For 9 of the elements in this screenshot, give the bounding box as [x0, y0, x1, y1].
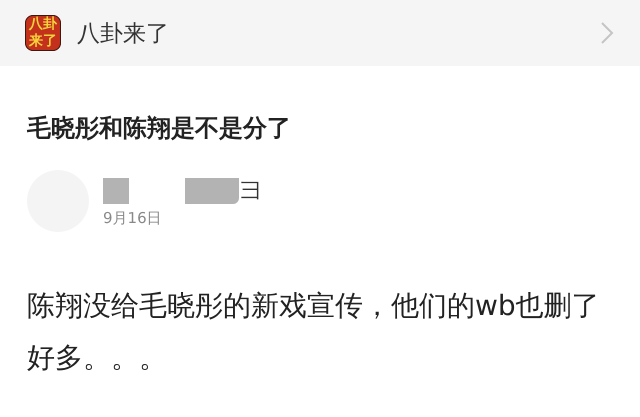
channel-name: 八卦来了: [77, 20, 170, 48]
author-name: 彐: [241, 177, 261, 204]
redaction-block: [185, 178, 239, 204]
answer-text: 陈翔没给毛晓彤的新戏宣传，他们的wb也删了好多。。。: [27, 288, 601, 376]
answer-date: 9月16日: [103, 208, 163, 228]
header-bar[interactable]: 八卦来了 八卦来了: [0, 0, 640, 66]
question-title: 毛晓彤和陈翔是不是分了: [27, 113, 292, 144]
channel-logo: 八卦来了: [25, 15, 61, 51]
chevron-right-icon: [600, 21, 614, 45]
